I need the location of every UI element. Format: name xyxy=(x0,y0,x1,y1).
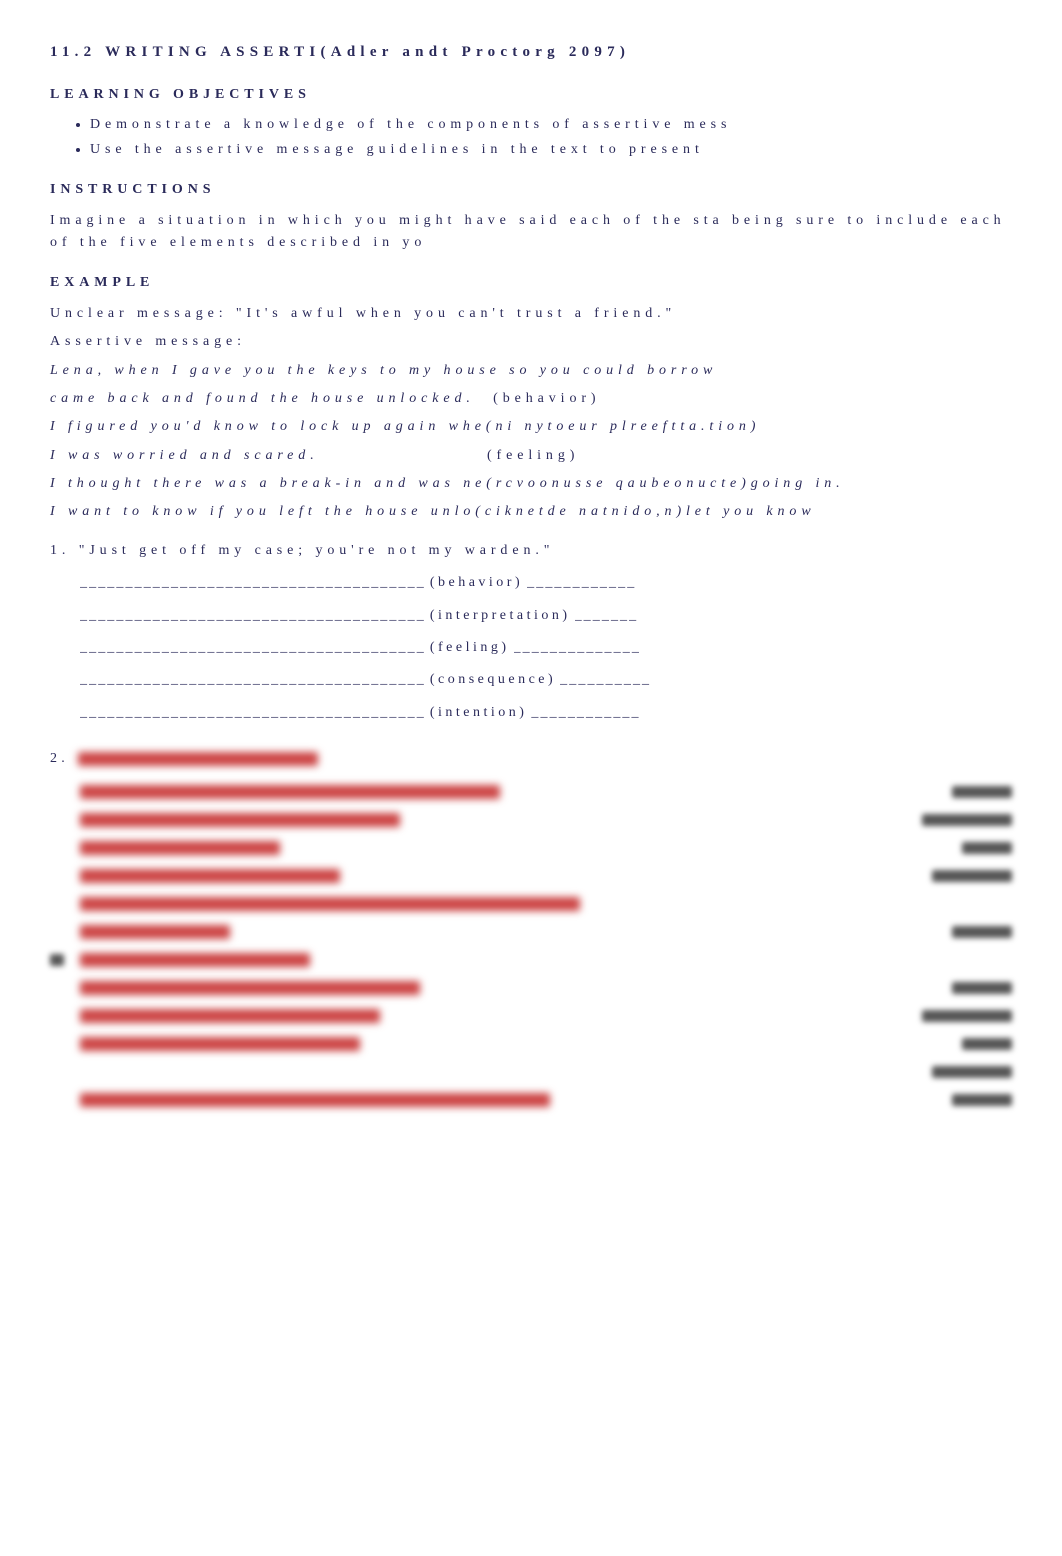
blank-tail: _______ xyxy=(575,605,639,627)
blank-tail: ____________ xyxy=(531,702,640,724)
blurred-question-3 xyxy=(50,953,1012,967)
blurred-row xyxy=(80,785,1012,799)
blurred-text xyxy=(80,1037,360,1051)
blurred-label xyxy=(952,926,1012,938)
assertive-label: Assertive message: xyxy=(50,331,1012,353)
example-line-3: I figured you'd know to lock up again wh… xyxy=(50,416,1012,438)
blurred-text xyxy=(80,1009,380,1023)
intention-label: (intention) xyxy=(430,702,528,724)
blurred-text xyxy=(80,813,400,827)
blurred-text xyxy=(80,981,420,995)
blank-line: ______________________________________ xyxy=(80,702,426,724)
objectives-heading: LEARNING OBJECTIVES xyxy=(50,84,1012,106)
feeling-tag: (feeling) xyxy=(487,448,579,463)
blurred-label xyxy=(962,842,1012,854)
blurred-label xyxy=(952,1094,1012,1106)
unclear-text: "It's awful when you can't trust a frien… xyxy=(236,306,676,321)
blurred-row xyxy=(80,841,1012,855)
blurred-number xyxy=(50,954,64,966)
blurred-row xyxy=(80,981,1012,995)
example-line-2a: came back and found the house unlocked. xyxy=(50,391,475,406)
blurred-text xyxy=(80,1093,550,1107)
blurred-row xyxy=(80,1009,1012,1023)
blank-consequence[interactable]: ______________________________________ (… xyxy=(80,669,1012,691)
consequence-label: (consequence) xyxy=(430,669,556,691)
blank-feeling[interactable]: ______________________________________ (… xyxy=(80,637,1012,659)
blurred-label xyxy=(952,786,1012,798)
blurred-label xyxy=(962,1038,1012,1050)
blurred-text xyxy=(80,785,500,799)
blank-tail: ____________ xyxy=(527,572,636,594)
example-line-4: I was worried and scared. (feeling) xyxy=(50,445,1012,467)
feeling-label: (feeling) xyxy=(430,637,510,659)
unclear-label: Unclear message: xyxy=(50,306,236,321)
objective-item: Demonstrate a knowledge of the component… xyxy=(90,114,1012,136)
blurred-text xyxy=(80,925,230,939)
blurred-text xyxy=(80,897,580,911)
blurred-row xyxy=(80,897,1012,911)
blank-tail: __________ xyxy=(560,669,651,691)
objective-item: Use the assertive message guidelines in … xyxy=(90,139,1012,161)
behavior-tag: (behavior) xyxy=(493,391,600,406)
blank-line: ______________________________________ xyxy=(80,605,426,627)
blank-interpretation[interactable]: ______________________________________ (… xyxy=(80,605,1012,627)
example-line-2: came back and found the house unlocked. … xyxy=(50,388,1012,410)
blurred-text xyxy=(80,869,340,883)
behavior-label: (behavior) xyxy=(430,572,523,594)
example-heading: EXAMPLE xyxy=(50,272,1012,294)
example-line-5: I thought there was a break-in and was n… xyxy=(50,473,1012,495)
blurred-label xyxy=(922,1010,1012,1022)
blurred-row xyxy=(80,1065,1012,1079)
example-line-6: I want to know if you left the house unl… xyxy=(50,501,1012,523)
section-title: 11.2 WRITING ASSERTI(Adler andt Proctorg… xyxy=(50,40,1012,64)
blurred-text xyxy=(80,953,310,967)
blank-line: ______________________________________ xyxy=(80,669,426,691)
interpretation-label: (interpretation) xyxy=(430,605,571,627)
blurred-row xyxy=(80,925,1012,939)
blurred-label xyxy=(932,870,1012,882)
blurred-text xyxy=(78,752,318,766)
blurred-row xyxy=(80,813,1012,827)
blurred-row xyxy=(80,869,1012,883)
unclear-message-line: Unclear message: "It's awful when you ca… xyxy=(50,303,1012,325)
blurred-label xyxy=(952,982,1012,994)
example-line-4a: I was worried and scared. xyxy=(50,448,319,463)
blank-line: ______________________________________ xyxy=(80,572,426,594)
blurred-label xyxy=(922,814,1012,826)
blurred-label xyxy=(932,1066,1012,1078)
instructions-text: Imagine a situation in which you might h… xyxy=(50,210,1012,255)
blank-tail: ______________ xyxy=(514,637,641,659)
blank-intention[interactable]: ______________________________________ (… xyxy=(80,702,1012,724)
blurred-text xyxy=(80,841,280,855)
objectives-list: Demonstrate a knowledge of the component… xyxy=(90,114,1012,161)
example-line-1: Lena, when I gave you the keys to my hou… xyxy=(50,360,1012,382)
question-1-number: 1. xyxy=(50,543,70,558)
blurred-row xyxy=(80,1093,1012,1107)
question-2: 2. xyxy=(50,748,1012,770)
blank-behavior[interactable]: ______________________________________ (… xyxy=(80,572,1012,594)
question-1: 1. "Just get off my case; you're not my … xyxy=(50,540,1012,562)
blank-line: ______________________________________ xyxy=(80,637,426,659)
question-2-number: 2. xyxy=(50,748,70,770)
blurred-row xyxy=(80,1037,1012,1051)
question-1-text: "Just get off my case; you're not my war… xyxy=(79,543,555,558)
instructions-heading: INSTRUCTIONS xyxy=(50,179,1012,201)
